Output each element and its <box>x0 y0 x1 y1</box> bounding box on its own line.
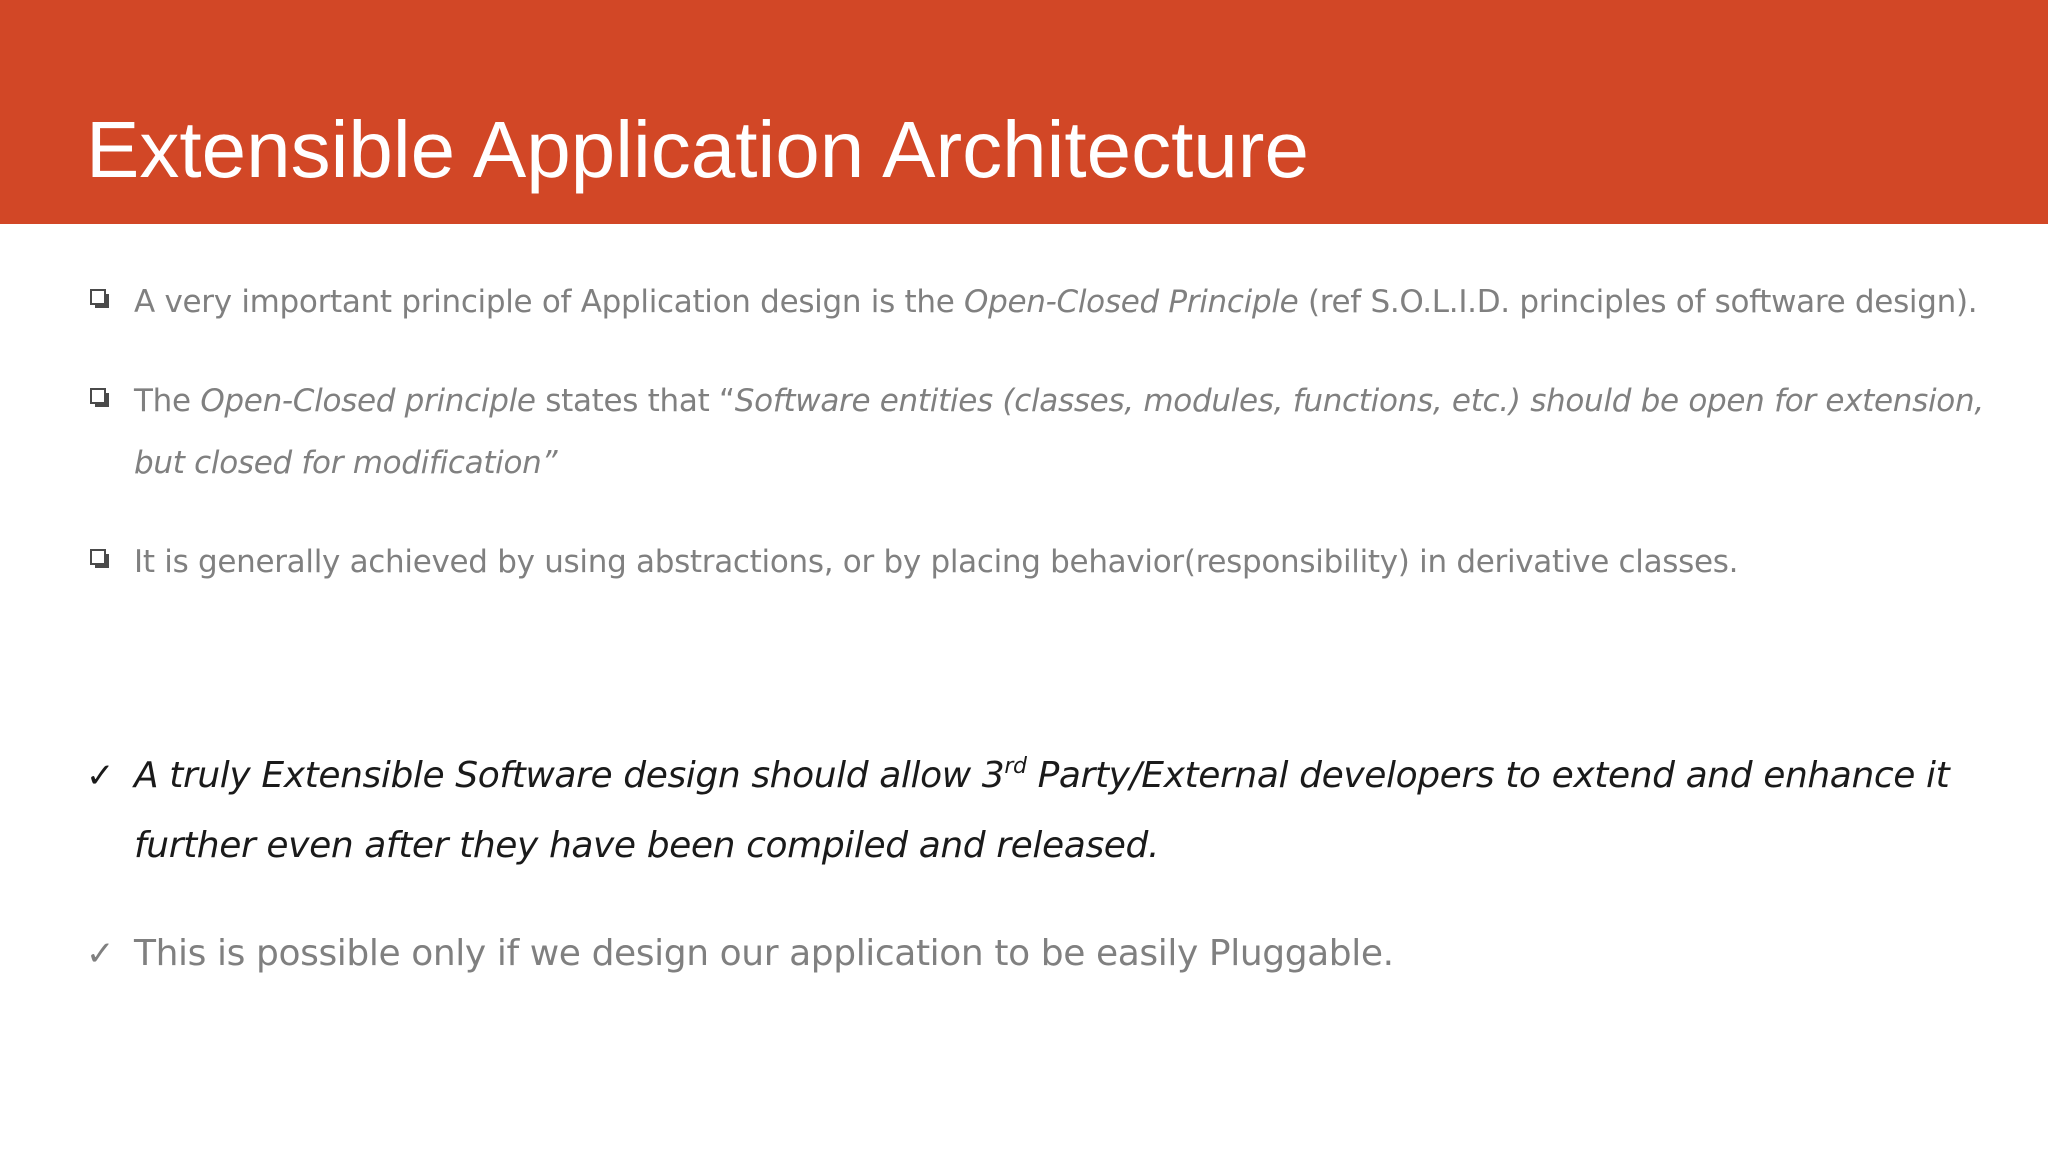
slide-title: Extensible Application Architecture <box>86 105 1309 194</box>
checkmark-icon: ✓ <box>86 756 115 796</box>
checkbox-icon <box>88 531 128 591</box>
bullet-text: A very important principle of Applicatio… <box>134 284 1978 320</box>
checkbox-icon <box>88 271 128 331</box>
bullet-text: This is possible only if we design our a… <box>134 933 1394 974</box>
checkbox-icon <box>88 370 128 430</box>
bullet-text: The Open-Closed principle states that “S… <box>134 383 1984 481</box>
checkmark-icon: ✓ <box>86 934 115 974</box>
slide: Extensible Application Architecture A ve… <box>0 0 2048 1152</box>
bullet-text: It is generally achieved by using abstra… <box>134 544 1739 580</box>
title-bar: Extensible Application Architecture <box>0 0 2048 224</box>
bullet-text: A truly Extensible Software design shoul… <box>134 754 1950 866</box>
